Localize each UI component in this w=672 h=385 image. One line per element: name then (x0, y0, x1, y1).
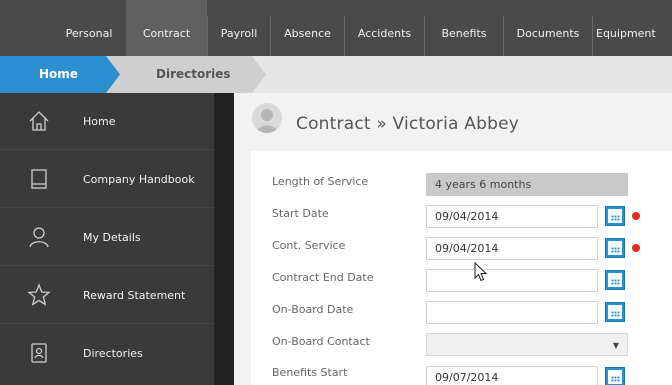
contact-card-icon (31, 343, 47, 363)
onboard-contact-select[interactable]: ▼ (426, 333, 628, 356)
onboard-date-input[interactable] (426, 301, 598, 324)
sidebar-item-label: Home (83, 115, 116, 128)
top-tab-bar: Personal Contract Payroll Absence Accide… (0, 0, 672, 56)
calendar-icon[interactable] (605, 206, 625, 226)
sidebar-item-company-handbook[interactable]: Company Handbook (0, 151, 214, 208)
sidebar-item-label: My Details (83, 231, 141, 244)
page-title: Contract » Victoria Abbey (296, 114, 519, 134)
chevron-down-icon: ▼ (612, 341, 619, 350)
cont-service-input[interactable]: 09/04/2014 (426, 237, 598, 260)
app-window: Personal Contract Payroll Absence Accide… (0, 0, 672, 385)
tab-payroll[interactable]: Payroll (208, 0, 270, 56)
tab-absence[interactable]: Absence (271, 0, 344, 56)
contract-end-date-input[interactable] (426, 269, 598, 292)
start-date-label: Start Date (272, 207, 329, 220)
sidebar-item-my-details[interactable]: My Details (0, 209, 214, 266)
sidebar-item-label: Reward Statement (83, 289, 186, 302)
benefits-start-input[interactable]: 09/07/2014 (426, 366, 598, 385)
home-icon (29, 111, 49, 131)
contract-end-date-label: Contract End Date (272, 271, 374, 284)
breadcrumb-directories[interactable]: Directories (156, 56, 231, 93)
onboard-contact-label: On-Board Contact (272, 335, 370, 348)
sidebar-item-reward-statement[interactable]: Reward Statement (0, 267, 214, 324)
tab-benefits[interactable]: Benefits (425, 0, 503, 56)
tab-accidents[interactable]: Accidents (345, 0, 424, 56)
calendar-icon[interactable] (605, 367, 625, 385)
sidebar-item-label: Company Handbook (83, 173, 195, 186)
user-icon (29, 227, 49, 248)
tab-equipment[interactable]: Equipment (593, 0, 672, 56)
tab-documents[interactable]: Documents (504, 0, 592, 56)
sidebar: Home Company Handbook My Details Reward … (0, 93, 234, 385)
length-of-service-label: Length of Service (272, 175, 369, 188)
sidebar-item-home[interactable]: Home (0, 93, 214, 150)
length-of-service-field: 4 years 6 months (426, 173, 628, 196)
sidebar-item-label: Directories (83, 347, 143, 360)
calendar-icon[interactable] (605, 238, 625, 258)
onboard-date-label: On-Board Date (272, 303, 354, 316)
required-indicator-icon (632, 212, 640, 220)
person-icon (256, 109, 278, 133)
book-icon (31, 169, 47, 189)
breadcrumb-home[interactable]: Home (0, 56, 120, 93)
required-indicator-icon (632, 244, 640, 252)
avatar (252, 103, 282, 133)
mouse-cursor-icon (474, 262, 488, 282)
sidebar-scroll-track (214, 93, 234, 385)
tab-personal[interactable]: Personal (52, 0, 126, 56)
breadcrumb: Home Directories (0, 56, 672, 93)
tab-contract[interactable]: Contract (126, 0, 207, 56)
calendar-icon[interactable] (605, 270, 625, 290)
benefits-start-label: Benefits Start (272, 366, 348, 379)
calendar-icon[interactable] (605, 302, 625, 322)
start-date-input[interactable]: 09/04/2014 (426, 205, 598, 228)
cont-service-label: Cont. Service (272, 239, 346, 252)
star-icon (27, 283, 51, 306)
sidebar-item-directories[interactable]: Directories (0, 325, 214, 382)
